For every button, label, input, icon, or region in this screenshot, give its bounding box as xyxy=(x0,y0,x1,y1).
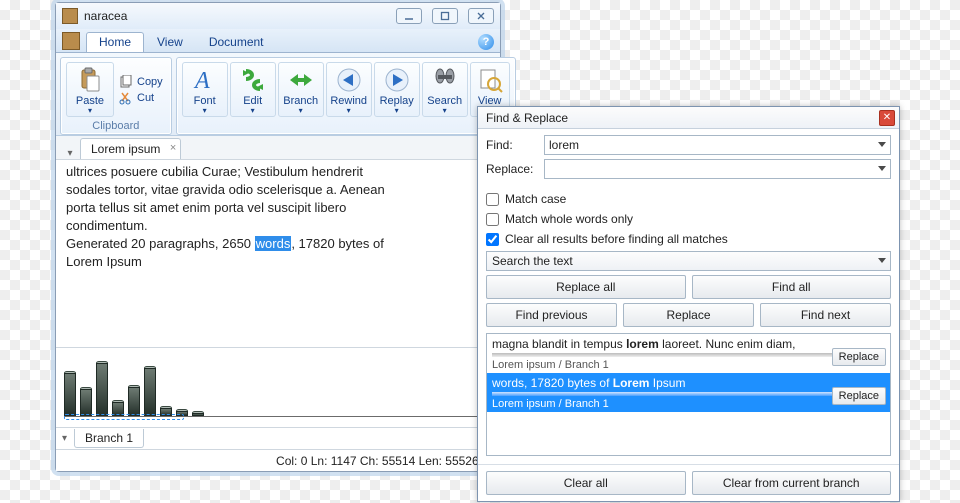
branch-tabs: ▾ Branch 1 xyxy=(56,427,500,449)
editor-area[interactable]: ultrices posuere cubilia Curae; Vestibul… xyxy=(56,160,500,347)
main-window: naracea Home View Document ? Paste ▾ xyxy=(55,2,501,472)
find-all-button[interactable]: Find all xyxy=(692,275,892,299)
tab-view[interactable]: View xyxy=(144,32,196,52)
close-button[interactable] xyxy=(468,8,494,24)
result-item-selected[interactable]: words, 17820 bytes of Lorem Ipsum Lorem … xyxy=(487,373,890,412)
replace-label: Replace: xyxy=(486,162,538,176)
replace-input[interactable] xyxy=(544,159,891,179)
find-input[interactable]: lorem xyxy=(544,135,891,155)
app-icon xyxy=(62,8,78,24)
rewind-button[interactable]: Rewind▾ xyxy=(326,62,372,117)
edit-button[interactable]: Edit▾ xyxy=(230,62,276,117)
cut-button[interactable]: Cut xyxy=(117,90,165,106)
paste-button[interactable]: Paste ▾ xyxy=(66,62,114,117)
match-case-checkbox[interactable]: Match case xyxy=(486,191,891,207)
replace-all-button[interactable]: Replace all xyxy=(486,275,686,299)
tabs-expand-icon[interactable]: ▾ xyxy=(64,148,76,159)
result-item[interactable]: magna blandit in tempus lorem laoreet. N… xyxy=(487,334,890,373)
copy-icon xyxy=(119,75,133,89)
result-replace-button[interactable]: Replace xyxy=(832,348,886,366)
app-title: naracea xyxy=(84,9,396,23)
minimize-button[interactable] xyxy=(396,8,422,24)
copy-button[interactable]: Copy xyxy=(117,74,165,90)
selection-highlight: words xyxy=(255,236,292,251)
find-replace-dialog: Find & Replace ✕ Find: lorem Replace: Ma… xyxy=(477,106,900,502)
result-replace-button[interactable]: Replace xyxy=(832,387,886,405)
branch-expand-icon[interactable]: ▾ xyxy=(62,433,74,444)
find-previous-button[interactable]: Find previous xyxy=(486,303,617,327)
clear-results-checkbox[interactable]: Clear all results before finding all mat… xyxy=(486,231,891,247)
branch-tab[interactable]: Branch 1 xyxy=(74,429,144,448)
status-bar: Col: 0 Ln: 1147 Ch: 55514 Len: 55526 IN xyxy=(56,449,500,471)
maximize-button[interactable] xyxy=(432,8,458,24)
replace-button[interactable]: Replace xyxy=(623,303,754,327)
chart-selection[interactable] xyxy=(64,414,184,420)
ribbon: Paste ▾ Copy Cut Clipboard xyxy=(56,53,500,136)
branch-icon xyxy=(287,66,315,94)
document-tab[interactable]: Lorem ipsum × xyxy=(80,138,181,159)
clear-all-button[interactable]: Clear all xyxy=(486,471,686,495)
results-list: magna blandit in tempus lorem laoreet. N… xyxy=(486,333,891,456)
font-button[interactable]: A Font▾ xyxy=(182,62,228,117)
clear-branch-button[interactable]: Clear from current branch xyxy=(692,471,892,495)
find-label: Find: xyxy=(486,138,538,152)
app-menu-icon[interactable] xyxy=(62,32,80,50)
document-tabs: ▾ Lorem ipsum × xyxy=(56,136,500,160)
search-button[interactable]: Search▾ xyxy=(422,62,468,117)
replay-button[interactable]: Replay▾ xyxy=(374,62,420,117)
dialog-close-button[interactable]: ✕ xyxy=(879,110,895,126)
search-scope-select[interactable]: Search the text xyxy=(486,251,891,271)
dialog-titlebar: Find & Replace ✕ xyxy=(478,107,899,129)
whole-words-checkbox[interactable]: Match whole words only xyxy=(486,211,891,227)
ribbon-tabs: Home View Document ? xyxy=(56,29,500,53)
rewind-icon xyxy=(335,66,363,94)
titlebar: naracea xyxy=(56,3,500,29)
search-icon xyxy=(431,66,459,94)
group-tools: A Font▾ Edit▾ Branch▾ Rewind▾ Repl xyxy=(176,57,516,135)
paste-icon xyxy=(76,66,104,94)
replay-icon xyxy=(383,66,411,94)
view-icon xyxy=(476,66,504,94)
tab-home[interactable]: Home xyxy=(86,32,144,52)
dropdown-icon[interactable] xyxy=(878,142,886,147)
dropdown-icon[interactable] xyxy=(878,166,886,171)
branch-button[interactable]: Branch▾ xyxy=(278,62,324,117)
find-next-button[interactable]: Find next xyxy=(760,303,891,327)
close-tab-icon[interactable]: × xyxy=(170,142,176,154)
edit-icon xyxy=(239,66,267,94)
timeline-chart[interactable] xyxy=(56,347,500,427)
help-button[interactable]: ? xyxy=(478,34,494,50)
svg-text:A: A xyxy=(193,68,210,93)
document-tab-label: Lorem ipsum xyxy=(91,142,160,156)
dialog-title: Find & Replace xyxy=(486,111,879,125)
font-icon: A xyxy=(191,66,219,94)
dropdown-icon[interactable] xyxy=(878,258,886,263)
tab-document[interactable]: Document xyxy=(196,32,277,52)
group-clipboard: Paste ▾ Copy Cut Clipboard xyxy=(60,57,172,135)
cut-icon xyxy=(119,91,133,105)
